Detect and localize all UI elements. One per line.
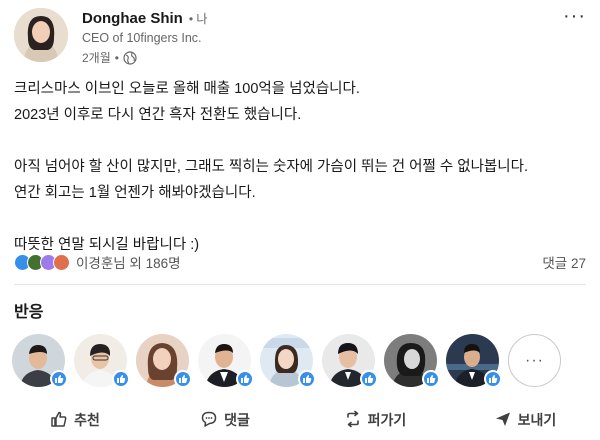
- reactor-avatar[interactable]: [74, 334, 130, 388]
- post-line: 아직 넘어야 할 산이 많지만, 그래도 찍히는 숫자에 가슴이 뛰는 건 어쩔…: [14, 159, 528, 175]
- like-icon: [298, 370, 316, 388]
- reactors-list: ···: [12, 334, 561, 388]
- post-line: [14, 206, 586, 232]
- like-icon: [174, 370, 192, 388]
- reactor-avatar[interactable]: [198, 334, 254, 388]
- meta-separator: •: [114, 50, 119, 65]
- post-time: 2개월: [82, 51, 111, 65]
- like-button[interactable]: 추천: [0, 402, 150, 438]
- post-body: 크리스마스 이브인 오늘로 올해 매출 100억을 넘었습니다. 2023년 이…: [14, 76, 586, 258]
- post-meta: 2개월 •: [82, 49, 207, 66]
- author-name[interactable]: Donghae Shin: [82, 10, 183, 27]
- repost-button[interactable]: 퍼가기: [300, 402, 450, 438]
- like-icon: [112, 370, 130, 388]
- reactions-section-title: 반응: [14, 304, 44, 321]
- reactor-avatar[interactable]: [322, 334, 378, 388]
- reactor-avatar[interactable]: [136, 334, 192, 388]
- repost-icon: [344, 410, 362, 431]
- like-icon: [50, 370, 68, 388]
- comments-count[interactable]: 댓글 27: [542, 252, 586, 272]
- reactor-avatar[interactable]: [384, 334, 440, 388]
- send-icon: [494, 410, 512, 431]
- love-icon: [53, 253, 70, 271]
- post-line: 크리스마스 이브인 오늘로 올해 매출 100억을 넘었습니다.: [14, 81, 360, 97]
- post-actions: 추천 댓글 퍼가기 보내기: [0, 402, 600, 438]
- social-counts: 이경훈님 외 186명 댓글 27: [14, 250, 586, 274]
- like-icon: [360, 370, 378, 388]
- reactions-summary[interactable]: 이경훈님 외 186명: [76, 252, 181, 272]
- author-info: Donghae Shin • 나 CEO of 10fingers Inc. 2…: [82, 10, 207, 66]
- like-icon: [484, 370, 502, 388]
- reactor-avatar[interactable]: [12, 334, 68, 388]
- globe-icon: [123, 50, 137, 65]
- author-headline: CEO of 10fingers Inc.: [82, 31, 202, 45]
- post-header: Donghae Shin • 나 CEO of 10fingers Inc. 2…: [14, 6, 586, 70]
- post-line: 2023년 이후로 다시 연간 흑자 전환도 했습니다.: [14, 107, 302, 123]
- divider: [14, 284, 586, 285]
- comment-icon: [200, 410, 218, 431]
- more-options-button[interactable]: ···: [563, 6, 586, 26]
- comment-button[interactable]: 댓글: [150, 402, 300, 438]
- send-button[interactable]: 보내기: [450, 402, 600, 438]
- reactor-avatar[interactable]: [260, 334, 316, 388]
- connection-degree: • 나: [188, 12, 208, 26]
- send-label: 보내기: [517, 412, 557, 428]
- like-label: 추천: [74, 412, 100, 428]
- more-reactors-button[interactable]: ···: [508, 334, 561, 387]
- repost-label: 퍼가기: [367, 412, 407, 428]
- comment-label: 댓글: [224, 412, 250, 428]
- like-icon: [422, 370, 440, 388]
- reactor-avatar[interactable]: [446, 334, 502, 388]
- like-icon: [236, 370, 254, 388]
- post-line: 연간 회고는 1월 언젠가 해봐야겠습니다.: [14, 185, 256, 201]
- post-line: [14, 128, 586, 154]
- reaction-icons[interactable]: [14, 253, 70, 271]
- thumbs-up-icon: [50, 410, 68, 431]
- author-avatar[interactable]: [14, 8, 68, 62]
